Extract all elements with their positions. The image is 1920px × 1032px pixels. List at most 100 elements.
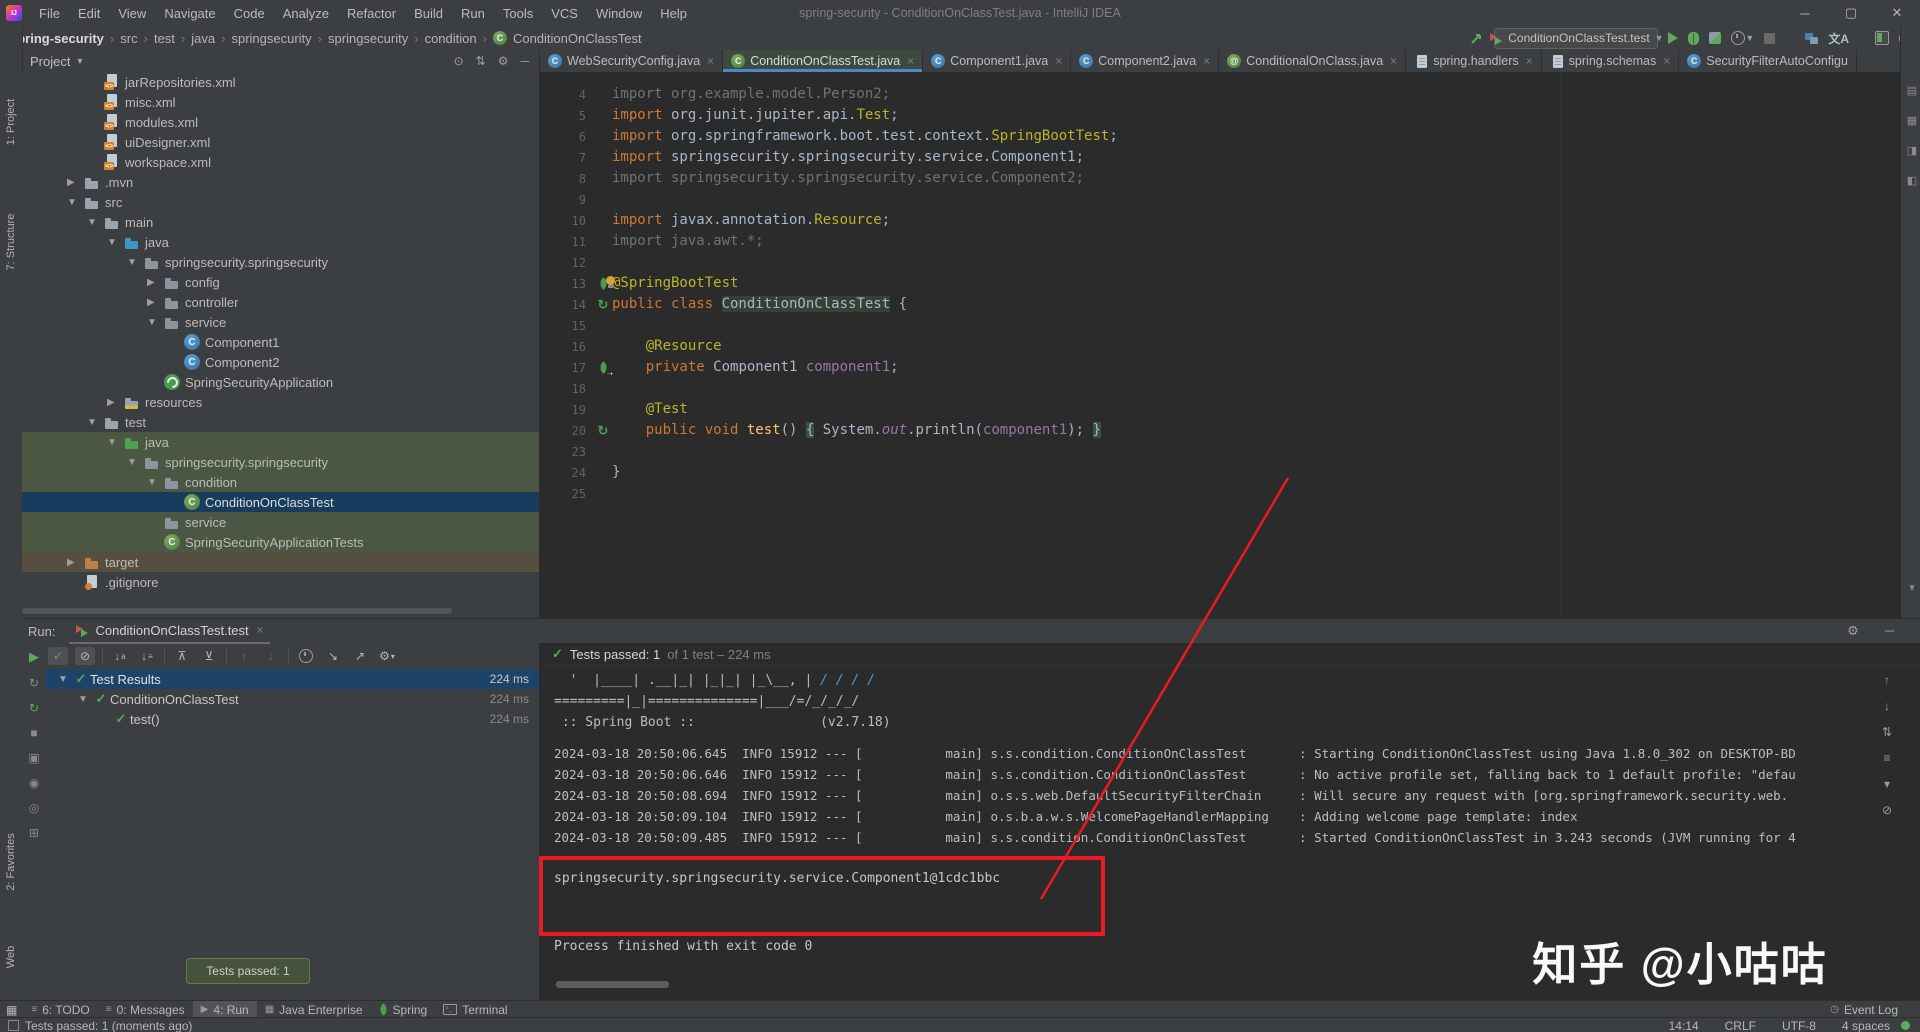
tree-item[interactable]: ▶.mvn [22, 172, 539, 192]
locate-file-icon[interactable]: ⊙ [454, 54, 464, 68]
tab-close-icon[interactable]: × [1663, 54, 1670, 68]
open-settings-arrow-icon[interactable] [1469, 26, 1484, 50]
menu-file[interactable]: File [30, 1, 69, 26]
rerun-failed-icon[interactable]: ↻ [29, 676, 39, 690]
collapse-all-icon[interactable]: ⊻ [199, 647, 219, 665]
tree-item[interactable]: modules.xml [22, 112, 539, 132]
attach-icon[interactable]: ⊞ [29, 826, 39, 840]
test-history-icon[interactable] [296, 647, 316, 665]
menu-help[interactable]: Help [651, 1, 696, 26]
tree-item[interactable]: ▼main [22, 212, 539, 232]
menu-tools[interactable]: Tools [494, 1, 542, 26]
test-tree-item[interactable]: ▼✓Test Results224 ms [46, 669, 539, 689]
chevron-open-icon[interactable]: ▼ [107, 437, 124, 448]
editor-tab[interactable]: spring.handlers× [1406, 50, 1541, 72]
chevron-open-icon[interactable]: ▼ [67, 197, 84, 208]
stripe-chevron-icon[interactable]: ▾ [1901, 581, 1920, 594]
menu-code[interactable]: Code [225, 1, 274, 26]
chevron-open-icon[interactable]: ▼ [87, 417, 104, 428]
menu-navigate[interactable]: Navigate [155, 1, 224, 26]
editor-tab[interactable]: Component1.java× [923, 50, 1071, 72]
translate-button[interactable]: 文A [1828, 26, 1849, 50]
collapse-all-icon[interactable]: ⇅ [476, 54, 486, 68]
tree-item[interactable]: ▼src [22, 192, 539, 212]
breadcrumb-item[interactable]: condition [425, 31, 477, 46]
chevron-closed-icon[interactable]: ▶ [147, 277, 164, 288]
indent-widget[interactable]: 4 spaces [1842, 1019, 1890, 1032]
database-tool-icon[interactable]: ◨ [1901, 144, 1920, 157]
tool-stripe-favorites[interactable]: 2: Favorites [5, 814, 17, 910]
tool-stripe-structure[interactable]: 7: Structure [5, 194, 17, 290]
run-settings-gear-icon[interactable]: ⚙ [1847, 623, 1859, 639]
sort-by-duration-icon[interactable]: ↓≡ [137, 647, 157, 665]
close-button[interactable]: ✕ [1874, 0, 1920, 26]
editor-tab[interactable]: Component2.java× [1071, 50, 1219, 72]
tree-item[interactable]: ▼test [22, 412, 539, 432]
bean-tool-icon[interactable]: ◧ [1901, 174, 1920, 187]
tree-item[interactable]: ▼condition [22, 472, 539, 492]
tree-item[interactable]: SpringSecurityApplication [22, 372, 539, 392]
tab-close-icon[interactable]: × [1203, 54, 1210, 68]
toolwindow-button-javaee[interactable]: ▦Java Enterprise [257, 1001, 371, 1018]
tree-item[interactable]: ▶target [22, 552, 539, 572]
toolwindow-button-terminal[interactable]: >_Terminal [435, 1001, 515, 1018]
memory-snapshot-icon[interactable]: ◎ [29, 801, 39, 815]
project-panel-title[interactable]: Project [30, 54, 70, 69]
run-configuration-select[interactable]: ConditionOnClassTest.test ▼ [1494, 28, 1658, 49]
encoding-widget[interactable]: UTF-8 [1782, 1019, 1816, 1032]
menu-refactor[interactable]: Refactor [338, 1, 405, 26]
tree-item[interactable]: uiDesigner.xml [22, 132, 539, 152]
tree-item[interactable]: service [22, 512, 539, 532]
intention-bulb-icon[interactable] [606, 276, 615, 285]
menu-window[interactable]: Window [587, 1, 651, 26]
toolwindow-button-messages[interactable]: ≡0: Messages [98, 1001, 193, 1018]
test-tree-item[interactable]: ▼✓ConditionOnClassTest224 ms [46, 689, 539, 709]
import-tests-icon[interactable]: ↘ [323, 647, 343, 665]
gear-icon[interactable]: ⚙ [498, 54, 509, 68]
editor-tab[interactable]: spring.schemas× [1542, 50, 1680, 72]
breadcrumb-item[interactable]: java [191, 31, 215, 46]
breadcrumb-item[interactable]: springsecurity [328, 31, 408, 46]
tree-item[interactable]: ▼springsecurity.springsecurity [22, 452, 539, 472]
run-gutter-icon[interactable] [594, 423, 612, 439]
line-separator-widget[interactable]: CRLF [1725, 1019, 1756, 1032]
show-ignored-toggle[interactable]: ⊘ [75, 647, 95, 665]
expand-all-icon[interactable]: ⊼ [172, 647, 192, 665]
chevron-open-icon[interactable]: ▼ [87, 217, 104, 228]
chevron-open-icon[interactable]: ▼ [127, 457, 144, 468]
layout-windows-button[interactable] [1805, 26, 1818, 50]
scroll-to-top-icon[interactable]: ↑ [1882, 673, 1892, 687]
breadcrumb-item[interactable]: spring-security [10, 31, 104, 46]
spring-rerun-icon[interactable]: ↻ [29, 701, 39, 715]
menu-edit[interactable]: Edit [69, 1, 109, 26]
test-tree-item[interactable]: ✓test()224 ms [46, 709, 539, 729]
chevron-closed-icon[interactable]: ▶ [107, 397, 124, 408]
tree-item[interactable]: ▶config [22, 272, 539, 292]
run-tab[interactable]: ConditionOnClassTest.test × [69, 618, 269, 644]
tool-stripe-project[interactable]: 1: Project [5, 74, 17, 170]
show-passed-toggle[interactable]: ✓ [48, 647, 68, 665]
chevron-closed-icon[interactable]: ▶ [67, 177, 84, 188]
gradle-tool-icon[interactable]: ▦ [1901, 114, 1920, 127]
tab-close-icon[interactable]: × [707, 54, 714, 68]
chevron-closed-icon[interactable]: ▶ [147, 297, 164, 308]
tree-item[interactable]: ▼java [22, 432, 539, 452]
tree-item[interactable]: ▼service [22, 312, 539, 332]
scroll-to-bottom-icon[interactable]: ↓ [1882, 699, 1892, 713]
status-message[interactable]: Tests passed: 1 (moments ago) [8, 1019, 192, 1032]
chevron-open-icon[interactable]: ▼ [74, 694, 92, 705]
tree-item[interactable]: workspace.xml [22, 152, 539, 172]
chevron-closed-icon[interactable]: ▶ [67, 557, 84, 568]
chevron-open-icon[interactable]: ▼ [127, 257, 144, 268]
tool-stripe-web[interactable]: Web [5, 909, 17, 1005]
tree-item[interactable]: Component1 [22, 332, 539, 352]
rerun-button[interactable]: ▶ [29, 649, 39, 665]
export-tests-icon[interactable]: ↗ [350, 647, 370, 665]
breadcrumb-item[interactable]: test [154, 31, 175, 46]
tree-item[interactable]: ▼java [22, 232, 539, 252]
tree-item[interactable]: .gitignore [22, 572, 539, 592]
toolwindow-button-eventlog[interactable]: ◷Event Log [1822, 1001, 1906, 1018]
sort-alphabetically-icon[interactable]: ↓a [110, 647, 130, 665]
menu-vcs[interactable]: VCS [542, 1, 587, 26]
maximize-button[interactable]: ▢ [1828, 0, 1874, 26]
